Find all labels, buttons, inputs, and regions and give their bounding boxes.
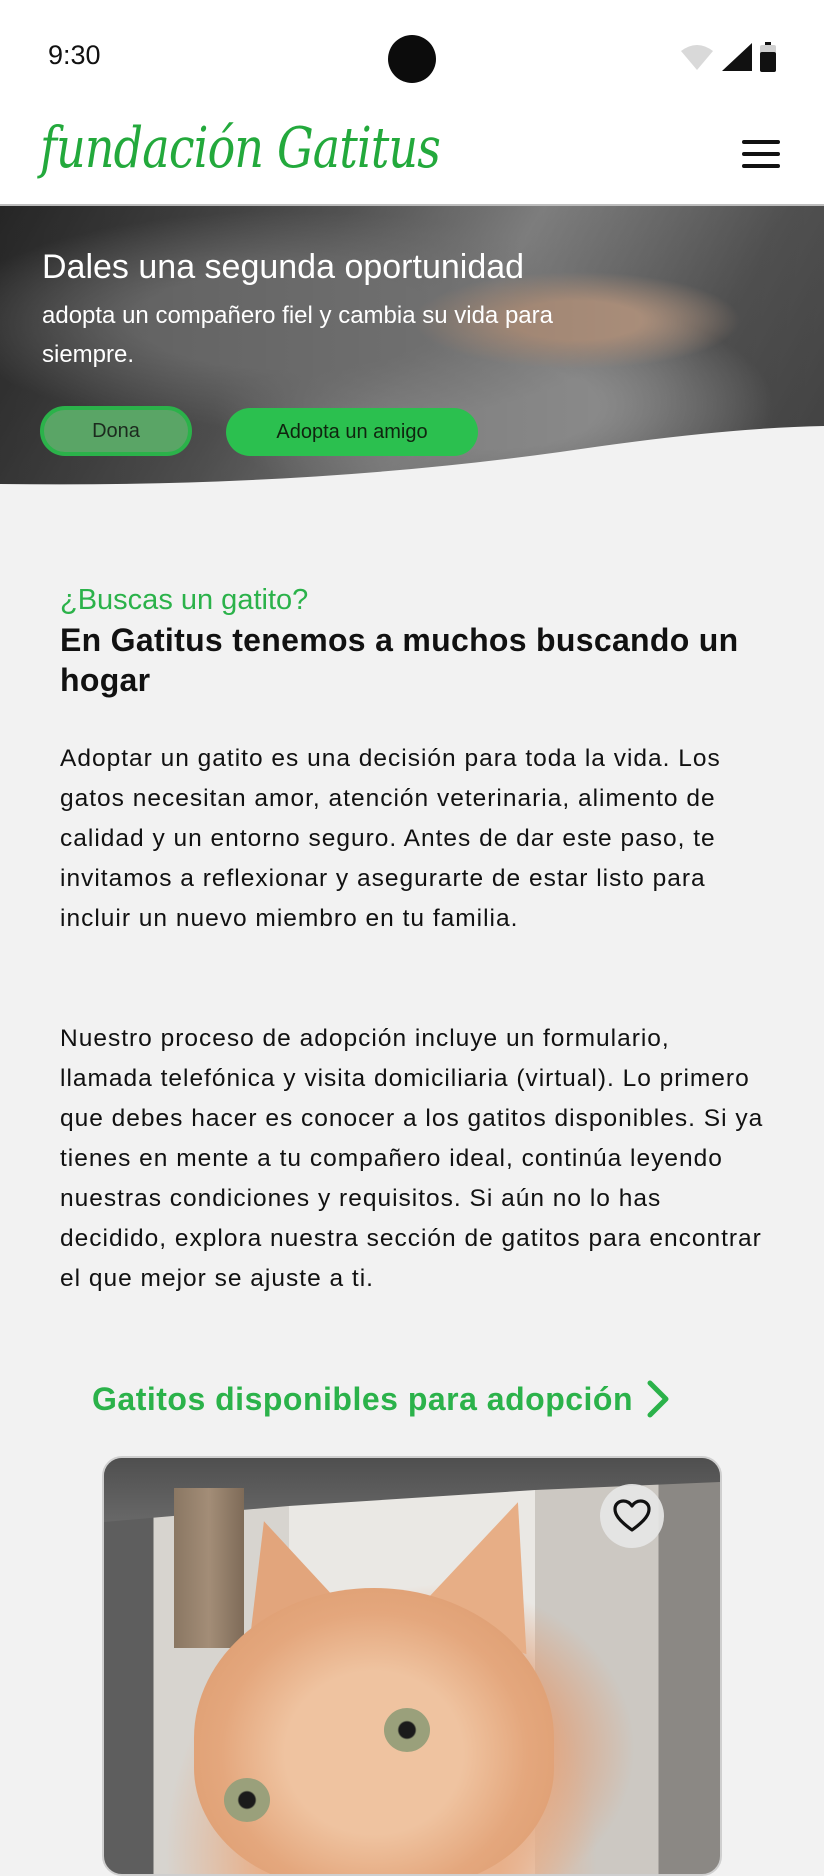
intro-kicker: ¿Buscas un gatito? xyxy=(60,584,309,616)
cat-card[interactable] xyxy=(102,1456,722,1876)
favorite-button[interactable] xyxy=(600,1484,664,1548)
battery-icon xyxy=(760,42,776,72)
intro-paragraph-2: Nuestro proceso de adopción incluye un f… xyxy=(60,1025,764,1292)
hero-banner: Dales una segunda oportunidad adopta un … xyxy=(0,206,824,492)
status-time: 9:30 xyxy=(48,40,101,70)
intro-section: ¿Buscas un gatito? En Gatitus tenemos a … xyxy=(60,580,770,700)
available-cats-label[interactable]: Gatitos disponibles para adopción xyxy=(92,1381,633,1418)
hero-wave-divider xyxy=(0,426,824,492)
cat-photo xyxy=(194,1588,554,1874)
hero-subtitle: adopta un compañero fiel y cambia su vid… xyxy=(42,302,553,368)
chevron-right-icon[interactable] xyxy=(645,1379,671,1419)
logo[interactable]: fundación Gatitus xyxy=(40,116,441,181)
heart-icon[interactable] xyxy=(613,1499,651,1533)
hamburger-menu-icon[interactable] xyxy=(742,140,780,170)
signal-icon xyxy=(722,43,752,71)
cat-eye xyxy=(384,1708,430,1752)
status-bar: 9:30 xyxy=(0,0,824,110)
intro-heading: En Gatitus tenemos a muchos buscando un … xyxy=(60,622,739,698)
hero-title: Dales una segunda oportunidad xyxy=(42,248,525,286)
status-icons xyxy=(680,40,776,74)
site-header: fundación Gatitus xyxy=(0,110,824,206)
front-camera xyxy=(388,35,436,83)
wifi-icon xyxy=(681,45,713,70)
intro-paragraph-1: Adoptar un gatito es una decisión para t… xyxy=(60,745,721,932)
available-cats-link[interactable]: Gatitos disponibles para adopción xyxy=(92,1376,732,1422)
cat-eye xyxy=(224,1778,270,1822)
